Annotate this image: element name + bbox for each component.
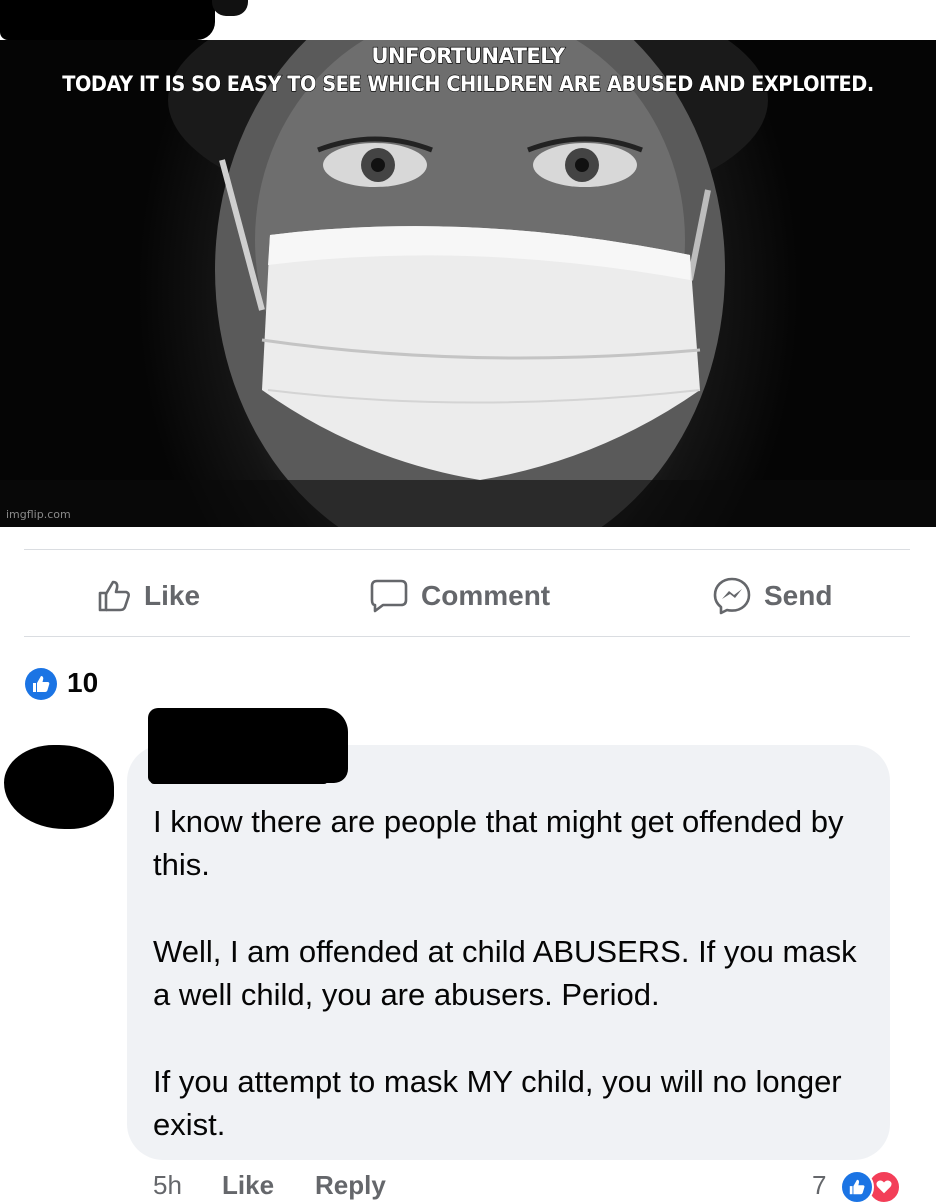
action-bar-bottom-divider <box>24 636 910 637</box>
comment-reaction-count[interactable]: 7 <box>812 1170 826 1201</box>
redacted-header <box>0 0 215 40</box>
masked-child-illustration <box>0 40 936 527</box>
send-button[interactable]: Send <box>712 572 832 620</box>
comment-paragraph: If you attempt to mask MY child, you wil… <box>153 1064 842 1142</box>
action-bar-top-divider <box>24 549 910 550</box>
like-icon[interactable] <box>840 1170 874 1204</box>
comment-paragraph: Well, I am offended at child ABUSERS. If… <box>153 934 857 1012</box>
commenter-avatar-redacted[interactable] <box>4 745 114 829</box>
comment-reply-button[interactable]: Reply <box>315 1170 386 1201</box>
meme-caption-line1: UNFORTUNATELY <box>371 43 566 68</box>
meme-caption-line2: TODAY IT IS SO EASY TO SEE WHICH CHILDRE… <box>62 71 875 96</box>
commenter-name-redacted-fragment <box>150 768 328 784</box>
messenger-icon <box>712 576 752 616</box>
like-thumb-icon <box>96 578 132 614</box>
comment-like-button[interactable]: Like <box>222 1170 274 1201</box>
post-image[interactable]: UNFORTUNATELY TODAY IT IS SO EASY TO SEE… <box>0 40 936 527</box>
like-button[interactable]: Like <box>96 572 200 620</box>
comment-button[interactable]: Comment <box>369 572 550 620</box>
comment-bubble-icon <box>369 578 409 614</box>
like-button-label: Like <box>144 580 201 611</box>
comment-button-label: Comment <box>421 580 551 611</box>
comment-text: I know there are people that might get o… <box>153 800 873 1146</box>
reaction-count[interactable]: 10 <box>67 667 98 699</box>
image-watermark: imgflip.com <box>6 508 71 521</box>
redacted-header-fragment <box>212 0 248 16</box>
send-button-label: Send <box>764 580 833 611</box>
comment-paragraph: I know there are people that might get o… <box>153 804 844 882</box>
like-reaction-icon[interactable] <box>25 668 57 700</box>
comment-timestamp[interactable]: 5h <box>153 1170 182 1201</box>
